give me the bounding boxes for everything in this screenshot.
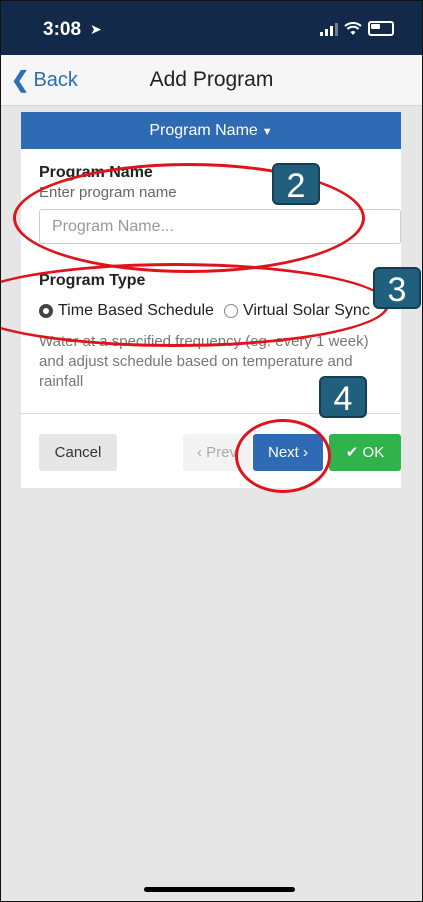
- battery-icon: [368, 21, 394, 36]
- radio-virtual-solar-sync[interactable]: [223, 304, 238, 318]
- program-name-input[interactable]: [39, 209, 401, 244]
- program-form-card: Program Name ▼ Program Name Enter program…: [21, 112, 401, 488]
- annotation-marker-3: 3: [373, 267, 421, 309]
- program-name-label: Program Name: [39, 164, 153, 181]
- checkmark-icon: ✔: [345, 444, 359, 461]
- home-indicator: [144, 887, 295, 892]
- program-type-label: Program Type: [39, 272, 146, 289]
- annotation-marker-2: 2: [272, 163, 320, 205]
- program-type-options: Time Based Schedule Virtual Solar Sync: [39, 302, 370, 320]
- location-arrow-icon: ➤: [90, 21, 102, 37]
- ok-button-label: OK: [362, 444, 385, 461]
- next-button[interactable]: Next ›: [253, 434, 323, 471]
- prev-button[interactable]: ‹ Prev: [183, 434, 251, 471]
- program-name-help: Enter program name: [39, 184, 177, 201]
- step-dropdown-label: Program Name: [149, 122, 258, 139]
- signal-icon: [320, 22, 338, 36]
- step-dropdown[interactable]: Program Name ▼: [21, 112, 401, 149]
- annotation-marker-4: 4: [319, 376, 367, 418]
- phone-screen: 3:08 ➤ ❮ Back Add Program Program Name ▼ …: [0, 0, 423, 902]
- ok-button[interactable]: ✔ OK: [329, 434, 401, 471]
- page-title: Add Program: [149, 68, 274, 91]
- status-time: 3:08: [43, 19, 82, 40]
- caret-down-icon: ▼: [261, 126, 273, 138]
- wifi-icon: [344, 21, 362, 35]
- cancel-button[interactable]: Cancel: [39, 434, 117, 471]
- nav-bar: ❮ Back Add Program: [1, 55, 422, 106]
- radio-virtual-solar-sync-label[interactable]: Virtual Solar Sync: [243, 302, 370, 320]
- status-bar: 3:08 ➤: [1, 1, 422, 55]
- status-icons: [320, 21, 394, 36]
- radio-time-based[interactable]: [39, 304, 53, 318]
- radio-time-based-label[interactable]: Time Based Schedule: [58, 302, 214, 320]
